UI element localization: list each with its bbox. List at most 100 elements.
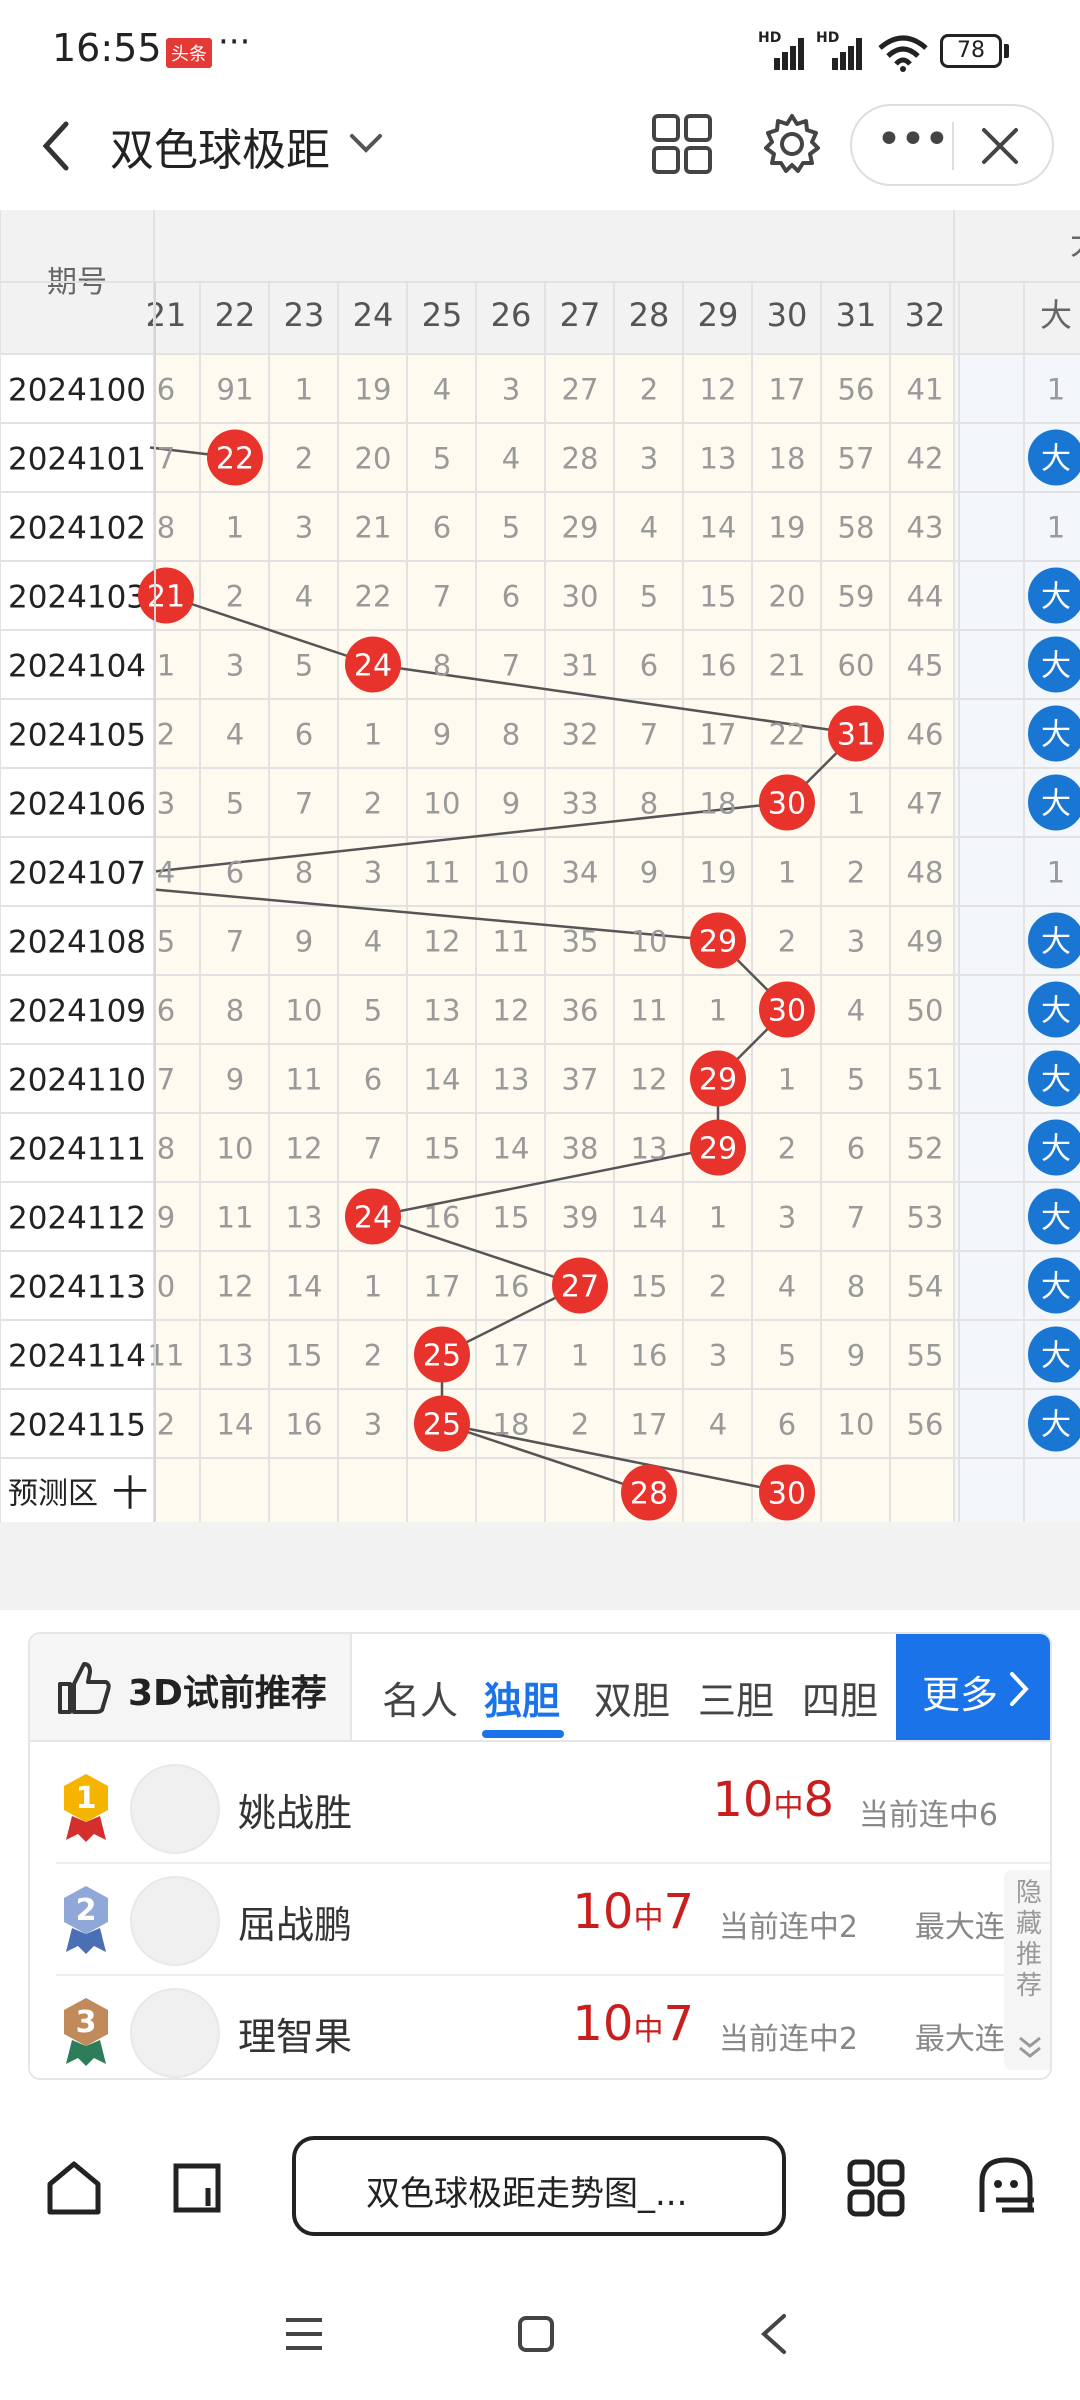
gap-value: 4 [847, 994, 865, 1028]
gap-value: 14 [631, 1201, 668, 1235]
gap-value: 36 [562, 994, 599, 1028]
gap-value: 3 [778, 1201, 796, 1235]
home-square-icon[interactable] [516, 2314, 556, 2354]
big-label: 大 [1041, 1132, 1071, 1167]
apps-grid-icon[interactable] [846, 2158, 906, 2218]
gap-value: 9 [295, 925, 313, 959]
gap-value: 2 [364, 1339, 382, 1373]
expert-name[interactable]: 理智果 [238, 2006, 352, 2061]
gap-value: 10 [217, 1132, 254, 1166]
rank-medal-icon: 1 [64, 1774, 108, 1842]
predict-add-icon[interactable]: 十 [112, 1474, 148, 1515]
gap-value: 4 [433, 373, 451, 407]
gap-value: 7 [295, 787, 313, 821]
address-bar[interactable]: 双色球极距走势图_... [292, 2136, 786, 2236]
gap-value: 1 [778, 1063, 796, 1097]
gap-value: 9 [640, 856, 658, 890]
settings-gear-icon[interactable] [760, 112, 824, 176]
avatar[interactable] [130, 1876, 220, 1966]
column-header: 27 [560, 296, 601, 334]
gap-value: 4 [778, 1270, 796, 1304]
tabs-icon[interactable] [168, 2158, 228, 2218]
close-icon[interactable] [978, 124, 1022, 168]
menu-icon[interactable] [282, 2314, 326, 2354]
home-icon[interactable] [44, 2158, 104, 2218]
column-header: 22 [215, 296, 256, 334]
recommend-row[interactable]: 2 屈战鹏 10中7 当前连中2 最大连中3 [30, 1864, 1050, 1976]
chevron-down-icon[interactable] [346, 128, 386, 158]
gap-value: 9 [502, 787, 520, 821]
recommend-row[interactable]: 1 姚战胜 10中8 当前连中6 [30, 1752, 1050, 1864]
predict-label: 预测区 [8, 1477, 98, 1512]
hit-count: 8 [803, 1772, 834, 1828]
tab-celebrity[interactable]: 名人 [382, 1670, 458, 1725]
hide-recommend-label: 隐藏推荐 [1016, 1878, 1043, 2001]
gap-value: 20 [355, 442, 392, 476]
tab-triple[interactable]: 三胆 [698, 1670, 774, 1725]
gap-value: 16 [631, 1339, 668, 1373]
grid-view-icon[interactable] [650, 112, 714, 176]
gap-value: 1 [709, 1201, 727, 1235]
back-nav-icon[interactable] [754, 2310, 794, 2358]
tab-single[interactable]: 独胆 [484, 1670, 560, 1725]
gap-value: 6 [157, 994, 175, 1028]
expert-name[interactable]: 屈战鹏 [238, 1894, 352, 1949]
app-badge: 头条 [166, 38, 212, 68]
big-label: 大 [1041, 442, 1071, 477]
gap-value: 13 [424, 994, 461, 1028]
gap-value: 45 [907, 649, 944, 683]
expert-name[interactable]: 姚战胜 [238, 1782, 352, 1837]
more-icon[interactable]: ••• [876, 114, 950, 165]
header-divider [350, 1634, 352, 1740]
issue-number: 2024102 [8, 511, 146, 547]
gap-value: 6 [226, 856, 244, 890]
current-streak: 当前连中2 [718, 1910, 858, 1945]
signal-icon [774, 38, 804, 70]
gap-value: 17 [424, 1270, 461, 1304]
page-title[interactable]: 双色球极距 [110, 114, 330, 178]
wifi-icon [878, 35, 928, 72]
trend-grid: 期号大大212223242526272829303132202410069111… [0, 210, 1080, 1528]
more-tab-button[interactable]: 更多 [896, 1634, 1050, 1740]
gap-value: 14 [217, 1408, 254, 1442]
gap-value: 34 [562, 856, 599, 890]
gap-value: 19 [355, 373, 392, 407]
big-gap: 1 [1047, 373, 1065, 407]
gap-value: 11 [148, 1339, 185, 1373]
gap-value: 1 [157, 649, 175, 683]
gap-value: 2 [778, 1132, 796, 1166]
issue-number: 2024110 [8, 1063, 146, 1099]
current-streak: 当前连中2 [718, 2022, 858, 2057]
hit-number: 30 [768, 787, 806, 822]
right-col-header: 大 [1040, 296, 1072, 334]
recommend-row[interactable]: 3 理智果 10中7 当前连中2 最大连中4 [30, 1976, 1050, 2078]
ghost-mode-icon[interactable] [976, 2156, 1036, 2220]
tab-double[interactable]: 双胆 [594, 1670, 670, 1725]
gap-value: 1 [295, 373, 313, 407]
hide-recommend-toggle[interactable]: 隐藏推荐 [1004, 1870, 1050, 2070]
gap-value: 32 [562, 718, 599, 752]
gap-value: 8 [157, 511, 175, 545]
back-icon[interactable] [36, 118, 76, 174]
issue-number: 2024108 [8, 925, 146, 961]
hit-number: 24 [354, 1201, 392, 1236]
gap-value: 55 [907, 1339, 944, 1373]
gap-value: 28 [562, 442, 599, 476]
tab-quad[interactable]: 四胆 [802, 1670, 878, 1725]
gap-value: 10 [286, 994, 323, 1028]
gap-value: 51 [907, 1063, 944, 1097]
issue-number: 2024103 [8, 580, 146, 616]
gap-value: 5 [295, 649, 313, 683]
avatar[interactable] [130, 1988, 220, 2078]
gap-value: 3 [709, 1339, 727, 1373]
big-label: 大 [1041, 994, 1071, 1029]
gap-value: 8 [433, 649, 451, 683]
big-label: 大 [1041, 580, 1071, 615]
gap-value: 5 [157, 925, 175, 959]
gap-value: 8 [157, 1132, 175, 1166]
hit-number: 24 [354, 649, 392, 684]
gap-value: 1 [364, 1270, 382, 1304]
gap-value: 42 [907, 442, 944, 476]
avatar[interactable] [130, 1764, 220, 1854]
big-label: 大 [1041, 718, 1071, 753]
